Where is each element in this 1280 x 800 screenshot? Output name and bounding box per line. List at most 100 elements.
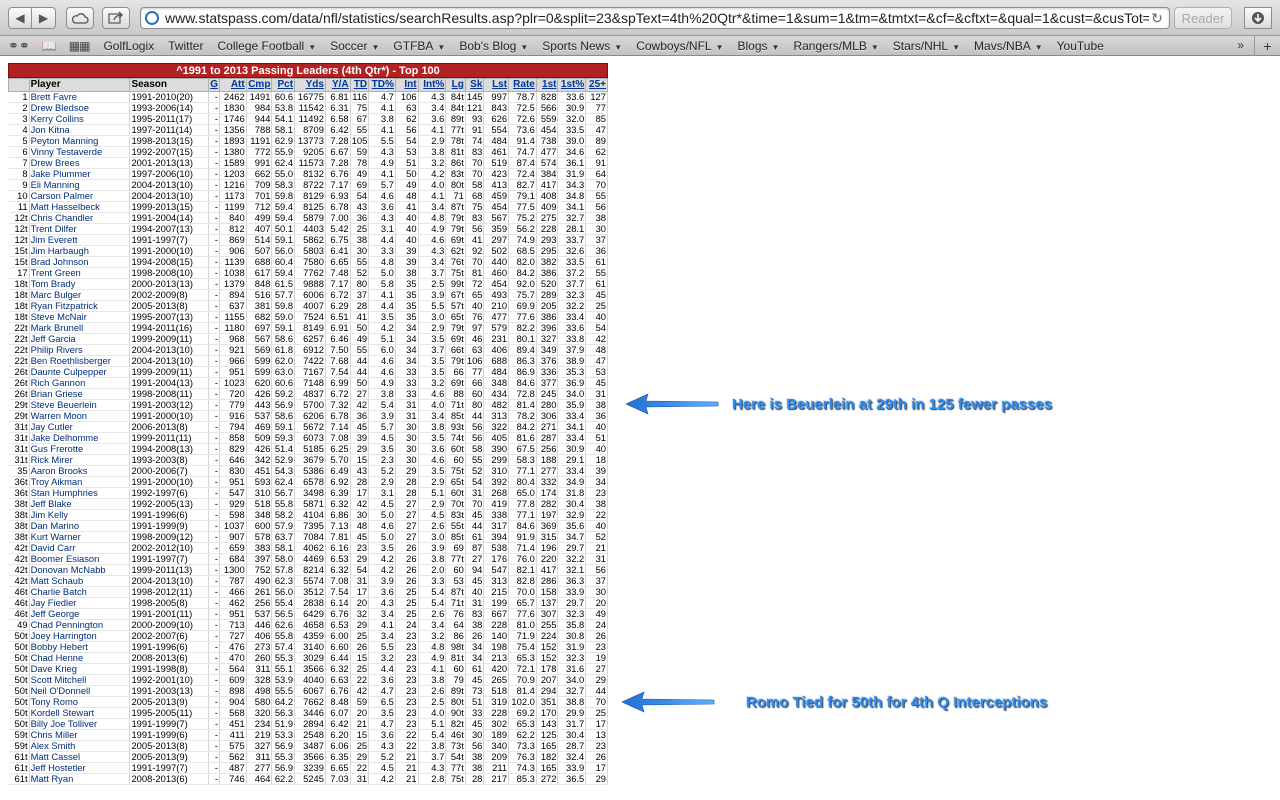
player-name[interactable]: Chad Pennington [29,619,131,631]
top-sites-grid-icon[interactable]: ▦▦ [69,39,91,53]
player-name[interactable]: Matt Hasselbeck [29,201,131,213]
bookmark-item[interactable]: YouTube [1057,39,1104,53]
column-header[interactable]: Y/A [324,78,351,92]
player-name[interactable]: Gus Frerotte [29,443,131,455]
player-name[interactable]: Trent Dilfer [29,223,131,235]
column-header[interactable]: 25+ [585,78,608,92]
player-name[interactable]: Steve McNair [29,311,131,323]
player-name[interactable]: Trent Green [29,267,131,279]
share-button[interactable] [102,6,130,29]
column-header[interactable]: Att [218,78,247,92]
player-name[interactable]: Philip Rivers [29,344,131,356]
player-name[interactable]: Jay Fiedler [29,597,131,609]
address-bar[interactable]: www.statspass.com/data/nfl/statistics/se… [140,7,1170,29]
bookmark-item[interactable]: Sports News ▼ [542,39,622,53]
player-name[interactable]: Mark Brunell [29,322,131,334]
player-name[interactable]: Alex Smith [29,740,131,752]
player-name[interactable]: Jim Kelly [29,509,131,521]
player-name[interactable]: David Carr [29,542,131,554]
player-name[interactable]: Kordell Stewart [29,707,131,719]
column-header[interactable]: Pct [271,78,296,92]
bookmark-item[interactable]: Mavs/NBA ▼ [974,39,1043,53]
player-name[interactable]: Jeff Hostetler [29,762,131,774]
player-name[interactable]: Ryan Fitzpatrick [29,300,131,312]
player-name[interactable]: Troy Aikman [29,476,131,488]
player-name[interactable]: Matt Schaub [29,575,131,587]
back-button[interactable]: ◀ [8,6,32,29]
player-name[interactable]: Charlie Batch [29,586,131,598]
bookmark-item[interactable]: Twitter [168,39,203,53]
player-name[interactable]: Jeff Blake [29,498,131,510]
player-name[interactable]: Daunte Culpepper [29,366,131,378]
player-name[interactable]: Brad Johnson [29,256,131,268]
player-name[interactable]: Drew Bledsoe [29,102,131,114]
bookmark-item[interactable]: Bob's Blog ▼ [459,39,528,53]
bookmark-item[interactable]: Cowboys/NFL ▼ [636,39,723,53]
bookmark-item[interactable]: GolfLogix [103,39,154,53]
player-name[interactable]: Eli Manning [29,179,131,191]
player-name[interactable]: Rich Gannon [29,377,131,389]
player-name[interactable]: Jake Plummer [29,168,131,180]
player-name[interactable]: Ben Roethlisberger [29,355,131,367]
player-name[interactable]: Kurt Warner [29,531,131,543]
player-name[interactable]: Matt Ryan [29,773,131,785]
player-name[interactable]: Chad Henne [29,652,131,664]
bookmark-overflow-icon[interactable]: » [1237,38,1244,52]
reload-icon[interactable]: ↻ [1149,10,1165,27]
player-name[interactable]: Jay Cutler [29,421,131,433]
player-name[interactable]: Steve Beuerlein [29,399,131,411]
player-name[interactable]: Peyton Manning [29,135,131,147]
player-name[interactable]: Dan Marino [29,520,131,532]
player-name[interactable]: Drew Brees [29,157,131,169]
bookmark-item[interactable]: Blogs ▼ [738,39,780,53]
url-text[interactable]: www.statspass.com/data/nfl/statistics/se… [165,10,1149,26]
player-name[interactable]: Neil O'Donnell [29,685,131,697]
bookmark-item[interactable]: Stars/NHL ▼ [893,39,960,53]
forward-button[interactable]: ▶ [32,6,56,29]
player-name[interactable]: Aaron Brooks [29,465,131,477]
player-name[interactable]: Chris Chandler [29,212,131,224]
player-name[interactable]: Jim Everett [29,234,131,246]
bookmarks-book-icon[interactable]: 📖 [42,39,57,53]
player-name[interactable]: Marc Bulger [29,289,131,301]
player-name[interactable]: Jeff George [29,608,131,620]
player-name[interactable]: Matt Cassel [29,751,131,763]
player-name[interactable]: Bobby Hebert [29,641,131,653]
reader-button[interactable]: Reader [1174,7,1232,29]
column-header[interactable]: Int% [417,78,447,92]
player-name[interactable]: Jon Kitna [29,124,131,136]
player-name[interactable]: Carson Palmer [29,190,131,202]
new-tab-button[interactable]: + [1254,36,1280,56]
player-name[interactable]: Jake Delhomme [29,432,131,444]
player-name[interactable]: Jeff Garcia [29,333,131,345]
player-name[interactable]: Billy Joe Tolliver [29,718,131,730]
player-name[interactable]: Dave Krieg [29,663,131,675]
bookmark-item[interactable]: Soccer ▼ [330,39,379,53]
player-name[interactable]: Warren Moon [29,410,131,422]
column-header[interactable]: Rate [508,78,537,92]
column-header[interactable]: Yds [294,78,326,92]
player-name[interactable]: Donovan McNabb [29,564,131,576]
bookmark-item[interactable]: Rangers/MLB ▼ [793,39,878,53]
player-name[interactable]: Tom Brady [29,278,131,290]
player-name[interactable]: Rick Mirer [29,454,131,466]
player-name[interactable]: Jim Harbaugh [29,245,131,257]
player-name[interactable]: Scott Mitchell [29,674,131,686]
player-name[interactable]: Vinny Testaverde [29,146,131,158]
column-header[interactable]: Sk [464,78,485,92]
column-header[interactable]: TD [349,78,370,92]
reading-list-icon[interactable]: ⚭⚭ [8,38,30,54]
player-name[interactable]: Chris Miller [29,729,131,741]
icloud-tabs-button[interactable] [66,6,94,29]
column-header[interactable]: Cmp [245,78,273,92]
player-name[interactable]: Tony Romo [29,696,131,708]
player-name[interactable]: Kerry Collins [29,113,131,125]
column-header[interactable]: Lg [445,78,466,92]
column-header[interactable]: 1st [535,78,559,92]
column-header[interactable]: TD% [368,78,396,92]
player-name[interactable]: Brian Griese [29,388,131,400]
bookmark-item[interactable]: GTFBA ▼ [393,39,445,53]
player-name[interactable]: Joey Harrington [29,630,131,642]
column-header[interactable]: 1st% [557,78,587,92]
player-name[interactable]: Boomer Esiason [29,553,131,565]
